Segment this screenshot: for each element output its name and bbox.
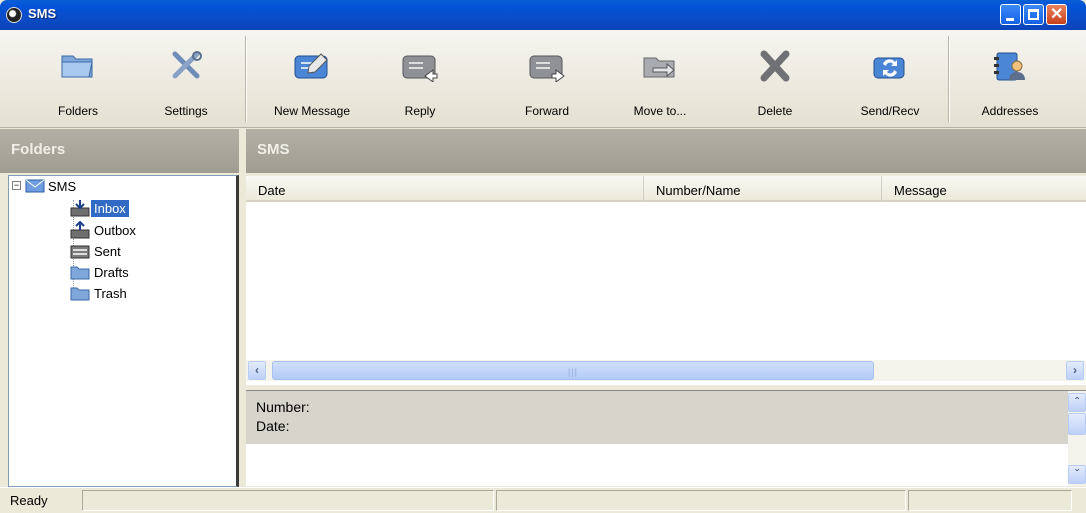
- reply-icon: [402, 55, 438, 82]
- grip-icon: |||: [568, 367, 579, 377]
- forward-button[interactable]: Forward: [507, 30, 587, 128]
- column-header-date[interactable]: Date: [246, 176, 644, 202]
- app-icon[interactable]: [6, 7, 22, 23]
- window-title: SMS: [28, 6, 57, 21]
- minimize-icon: [1006, 18, 1014, 21]
- vertical-scrollbar[interactable]: ˆ ˇ: [1068, 391, 1086, 486]
- tree-item-sms[interactable]: SMS: [25, 176, 79, 196]
- panel-splitter[interactable]: [239, 129, 246, 487]
- minimize-button[interactable]: [1000, 4, 1021, 25]
- horizontal-scroll-thumb[interactable]: |||: [272, 361, 874, 380]
- reply-label: Reply: [404, 104, 436, 118]
- tree-label-trash: Trash: [94, 285, 127, 301]
- column-header-message[interactable]: Message: [882, 176, 1086, 202]
- status-panel: [908, 490, 1072, 511]
- tree-item-outbox[interactable]: Outbox: [69, 220, 139, 240]
- settings-button[interactable]: Settings: [146, 30, 226, 128]
- status-bar: Ready: [0, 487, 1086, 513]
- column-header-number-name[interactable]: Number/Name: [644, 176, 882, 202]
- new-message-icon: [294, 53, 328, 79]
- status-panel: [82, 490, 494, 511]
- send-recv-label: Send/Recv: [860, 104, 920, 118]
- forward-icon: [529, 55, 565, 82]
- message-list[interactable]: Date Number/Name Message: [246, 176, 1086, 385]
- toolbar: Folders Settings New Message Reply Forwa…: [0, 30, 1086, 128]
- close-icon: ✕: [1050, 6, 1064, 23]
- folders-icon: [61, 55, 93, 78]
- sms-panel-header: SMS: [244, 129, 1086, 173]
- addresses-icon: [994, 52, 1025, 81]
- tree-item-inbox[interactable]: Inbox: [69, 198, 129, 218]
- tree-item-trash[interactable]: Trash: [69, 283, 130, 303]
- horizontal-scrollbar[interactable]: ‹ ||| ›: [246, 360, 1086, 381]
- send-recv-icon: [873, 57, 905, 79]
- scroll-down-button[interactable]: ˇ: [1068, 465, 1086, 484]
- tree-item-sent[interactable]: Sent: [69, 241, 124, 261]
- tree-item-drafts[interactable]: Drafts: [69, 262, 132, 282]
- tree-label-sent: Sent: [94, 243, 121, 259]
- preview-number-label: Number:: [256, 399, 310, 415]
- move-to-icon: [643, 57, 675, 78]
- scroll-left-button[interactable]: ‹: [248, 361, 266, 380]
- title-bar: SMS ✕: [0, 0, 1086, 30]
- new-message-label: New Message: [273, 104, 351, 118]
- outbox-icon: [70, 221, 90, 239]
- inbox-icon: [70, 200, 90, 217]
- delete-button[interactable]: Delete: [735, 30, 815, 128]
- left-edge: [0, 173, 8, 487]
- toolbar-separator: [948, 36, 950, 122]
- collapse-toggle[interactable]: −: [12, 181, 21, 190]
- folders-button[interactable]: Folders: [38, 30, 118, 128]
- tree-label-sms: SMS: [48, 178, 77, 194]
- reply-button[interactable]: Reply: [380, 30, 460, 128]
- maximize-icon: [1028, 9, 1039, 20]
- folder-icon: [70, 287, 90, 301]
- move-to-button[interactable]: Move to...: [620, 30, 700, 128]
- folder-tree[interactable]: − SMS Inbox Outbox Sent Drafts Trash: [8, 175, 239, 487]
- move-to-label: Move to...: [633, 104, 687, 118]
- send-recv-button[interactable]: Send/Recv: [845, 30, 935, 128]
- toolbar-separator: [245, 36, 247, 122]
- scroll-right-button[interactable]: ›: [1066, 361, 1084, 380]
- tree-label-outbox: Outbox: [94, 222, 136, 238]
- sent-icon: [70, 245, 90, 259]
- delete-label: Delete: [757, 104, 793, 118]
- close-button[interactable]: ✕: [1046, 4, 1067, 25]
- delete-icon: [760, 50, 790, 82]
- vertical-scroll-thumb[interactable]: [1068, 413, 1086, 435]
- addresses-label: Addresses: [981, 104, 1039, 118]
- preview-header: Number: Date:: [246, 391, 1068, 444]
- settings-label: Settings: [164, 104, 208, 118]
- tree-label-drafts: Drafts: [94, 264, 129, 280]
- tree-label-inbox: Inbox: [91, 199, 129, 217]
- folder-icon: [70, 266, 90, 280]
- folders-panel-header: Folders: [0, 129, 239, 173]
- preview-date-label: Date:: [256, 418, 290, 434]
- envelope-icon: [25, 179, 45, 193]
- folders-label: Folders: [57, 104, 98, 118]
- settings-icon: [172, 51, 202, 79]
- forward-label: Forward: [524, 104, 569, 118]
- status-text: Ready: [10, 493, 48, 508]
- addresses-button[interactable]: Addresses: [965, 30, 1055, 128]
- maximize-button[interactable]: [1023, 4, 1044, 25]
- scroll-up-button[interactable]: ˆ: [1068, 393, 1086, 412]
- status-panel: [496, 490, 906, 511]
- new-message-button[interactable]: New Message: [262, 30, 362, 128]
- message-preview[interactable]: Number: Date:: [246, 391, 1068, 486]
